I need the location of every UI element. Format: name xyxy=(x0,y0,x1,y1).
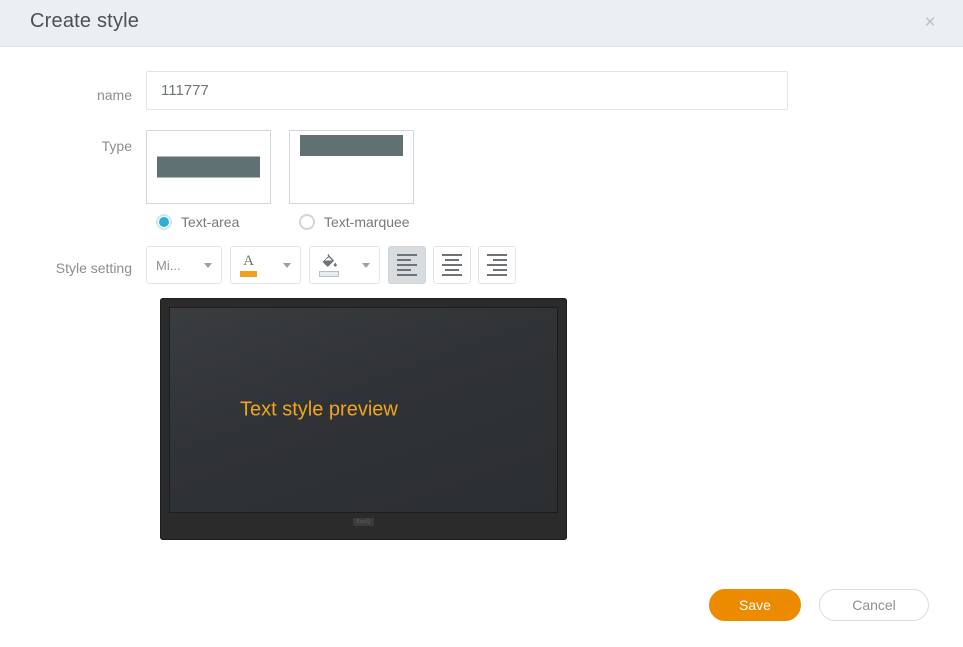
fill-color-swatch xyxy=(319,271,339,277)
align-center-button[interactable] xyxy=(433,246,471,284)
monitor-screen: Text style preview xyxy=(169,307,558,513)
monitor-bezel-bottom: BenQ xyxy=(169,513,558,531)
display-monitor-mockup: Text style preview BenQ xyxy=(160,298,567,540)
radio-label-text-marquee: Text-marquee xyxy=(324,214,410,230)
align-left-icon xyxy=(397,254,417,276)
align-left-button[interactable] xyxy=(388,246,426,284)
type-options: Text-area Text-marquee xyxy=(146,130,963,230)
font-family-value: Mi... xyxy=(156,257,181,273)
style-preview: Text style preview BenQ xyxy=(160,298,963,540)
fill-bucket-icon xyxy=(319,253,339,277)
style-setting-row: Style setting Mi... A xyxy=(0,246,963,284)
chevron-down-icon[interactable] xyxy=(362,262,370,268)
style-setting-label: Style setting xyxy=(55,260,132,276)
text-color-swatch xyxy=(240,270,257,277)
name-field-wrap xyxy=(146,71,963,110)
close-icon[interactable]: × xyxy=(919,12,941,34)
cancel-button[interactable]: Cancel xyxy=(819,589,929,621)
name-row: name xyxy=(0,71,963,110)
thumbnail-bar xyxy=(299,135,404,156)
radio-text-area[interactable]: Text-area xyxy=(156,214,271,230)
type-option-text-area[interactable]: Text-area xyxy=(146,130,271,230)
create-style-dialog: Create style × name Type xyxy=(0,0,963,647)
font-color-icon: A xyxy=(240,253,257,277)
radio-button-icon[interactable] xyxy=(299,214,315,230)
save-button[interactable]: Save xyxy=(709,589,801,621)
type-row: Type Text-area Text-marquee xyxy=(0,130,963,230)
name-label: name xyxy=(96,87,132,103)
radio-label-text-area: Text-area xyxy=(181,214,240,230)
align-center-icon xyxy=(442,254,462,276)
chevron-down-icon[interactable] xyxy=(283,262,291,268)
text-color-picker[interactable]: A xyxy=(230,246,301,284)
style-toolbar: Mi... A xyxy=(146,246,963,284)
type-option-text-marquee[interactable]: Text-marquee xyxy=(289,130,414,230)
radio-button-icon[interactable] xyxy=(156,214,172,230)
align-right-button[interactable] xyxy=(478,246,516,284)
dialog-footer: Save Cancel xyxy=(709,589,929,621)
dialog-header: Create style × xyxy=(0,0,963,47)
type-label: Type xyxy=(101,138,132,154)
create-style-form: name Type Text-area xyxy=(0,47,963,540)
brand-logo: BenQ xyxy=(353,518,374,526)
page-title: Create style xyxy=(30,10,140,32)
preview-text: Text style preview xyxy=(240,398,398,421)
text-area-thumbnail[interactable] xyxy=(146,130,271,204)
thumbnail-bar xyxy=(156,156,261,178)
align-right-icon xyxy=(487,254,507,276)
text-marquee-thumbnail[interactable] xyxy=(289,130,414,204)
fill-color-picker[interactable] xyxy=(309,246,380,284)
radio-text-marquee[interactable]: Text-marquee xyxy=(299,214,414,230)
name-input[interactable] xyxy=(146,71,788,110)
chevron-down-icon[interactable] xyxy=(204,262,212,268)
font-family-select[interactable]: Mi... xyxy=(146,246,222,284)
